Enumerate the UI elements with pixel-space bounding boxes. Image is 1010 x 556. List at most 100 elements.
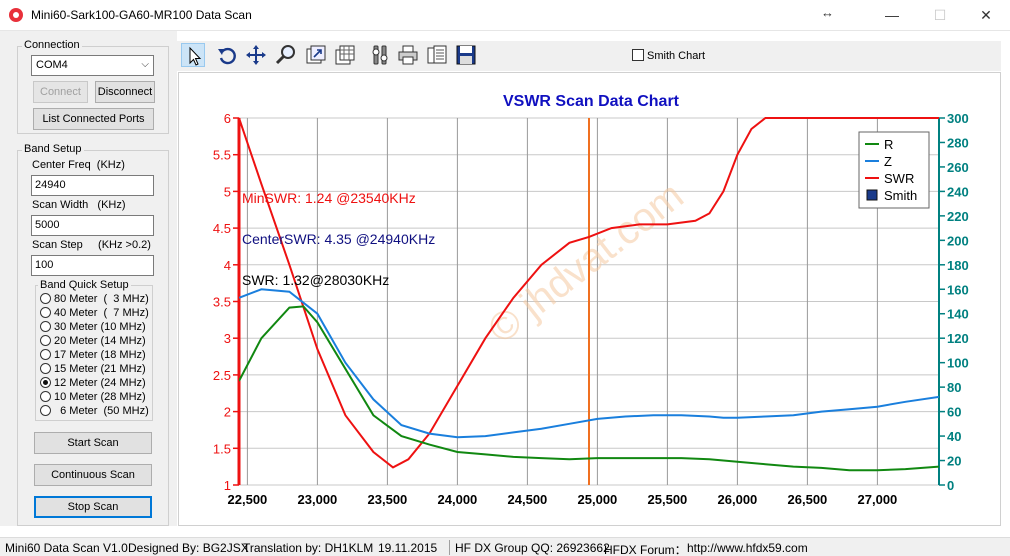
stop-scan-button[interactable]: Stop Scan (34, 496, 152, 518)
continuous-scan-button[interactable]: Continuous Scan (34, 464, 152, 486)
right-tick-label: 40 (947, 429, 961, 444)
annotation-2: SWR: 1.32@28030KHz (242, 272, 389, 288)
app-icon (9, 8, 23, 22)
center-freq-input[interactable]: 24940 (31, 175, 154, 196)
legend-label: Z (884, 154, 892, 169)
left-tick-label: 4.5 (213, 221, 231, 236)
checkbox-box[interactable] (632, 49, 644, 61)
left-tick-label: 2 (224, 405, 231, 420)
right-tick-label: 0 (947, 478, 954, 493)
x-tick-label: 24,000 (438, 492, 478, 507)
list-ports-button[interactable]: List Connected Ports (33, 108, 154, 130)
x-tick-label: 26,500 (788, 492, 828, 507)
chevron-down-icon: ⌵ (141, 59, 149, 70)
band-radio-1[interactable]: 40 Meter ( 7 MHz) (40, 307, 149, 321)
radio-circle-icon[interactable] (40, 405, 51, 416)
status-designer: Designed By: BG2JSX (128, 541, 249, 555)
smith-chart-checkbox[interactable]: Smith Chart (632, 49, 705, 62)
band-radio-label: 15 Meter (21 MHz) (54, 363, 146, 375)
right-tick-label: 100 (947, 356, 969, 371)
status-bar: Mini60 Data Scan V1.0 Designed By: BG2JS… (0, 537, 1010, 556)
band-radio-4[interactable]: 17 Meter (18 MHz) (40, 349, 146, 363)
radio-circle-icon[interactable] (40, 349, 51, 360)
x-tick-label: 23,000 (298, 492, 338, 507)
maximize-button[interactable]: ☐ (917, 0, 963, 31)
settings-icon[interactable] (368, 43, 392, 67)
minimize-button[interactable]: — (869, 0, 915, 31)
status-version: Mini60 Data Scan V1.0 (5, 541, 128, 555)
radio-circle-icon[interactable] (40, 335, 51, 346)
resize-arrows-icon: ↔ (821, 5, 834, 20)
x-tick-label: 23,500 (368, 492, 408, 507)
x-tick-label: 25,000 (578, 492, 618, 507)
x-tick-label: 27,000 (858, 492, 898, 507)
band-radio-label: 40 Meter ( 7 MHz) (54, 307, 149, 319)
band-quick-label: Band Quick Setup (38, 279, 131, 291)
right-tick-label: 240 (947, 184, 969, 199)
right-tick-label: 20 (947, 454, 961, 469)
status-url[interactable]: http://www.hfdx59.com (687, 541, 808, 555)
left-tick-label: 1 (224, 478, 231, 493)
radio-circle-icon[interactable] (40, 391, 51, 402)
band-radio-6[interactable]: 12 Meter (24 MHz) (40, 377, 146, 391)
status-separator (449, 540, 450, 555)
disconnect-button[interactable]: Disconnect (95, 81, 155, 103)
band-radio-label: 10 Meter (28 MHz) (54, 391, 146, 403)
export-icon[interactable] (304, 43, 328, 67)
band-radio-8[interactable]: 6 Meter (50 MHz) (40, 405, 149, 419)
radio-circle-icon[interactable] (40, 321, 51, 332)
band-radio-7[interactable]: 10 Meter (28 MHz) (40, 391, 146, 405)
scan-width-input[interactable]: 5000 (31, 215, 154, 236)
zoom-icon[interactable] (274, 43, 298, 67)
legend-label: SWR (884, 171, 914, 186)
band-radio-label: 80 Meter ( 3 MHz) (54, 293, 149, 305)
band-setup-label: Band Setup (22, 143, 84, 155)
x-tick-label: 22,500 (228, 492, 268, 507)
band-radio-label: 17 Meter (18 MHz) (54, 349, 146, 361)
band-radio-2[interactable]: 30 Meter (10 MHz) (40, 321, 146, 335)
title-bar: Mini60-Sark100-GA60-MR100 Data Scan ↔ — … (0, 0, 1010, 31)
pointer-icon[interactable] (181, 43, 205, 67)
band-radio-label: 30 Meter (10 MHz) (54, 321, 146, 333)
left-tick-label: 2.5 (213, 368, 231, 383)
port-select[interactable]: COM4 ⌵ (31, 55, 154, 76)
band-radio-label: 20 Meter (14 MHz) (54, 335, 146, 347)
band-radio-5[interactable]: 15 Meter (21 MHz) (40, 363, 146, 377)
left-tick-label: 3 (224, 331, 231, 346)
undo-icon[interactable] (215, 43, 239, 67)
band-radio-3[interactable]: 20 Meter (14 MHz) (40, 335, 146, 349)
move-icon[interactable] (244, 43, 268, 67)
scan-width-label: Scan Width (KHz) (32, 199, 126, 211)
right-tick-label: 200 (947, 233, 969, 248)
band-radio-0[interactable]: 80 Meter ( 3 MHz) (40, 293, 149, 307)
center-freq-label: Center Freq (KHz) (32, 159, 125, 171)
annotation-1: CenterSWR: 4.35 @24940KHz (242, 231, 435, 247)
left-tick-label: 1.5 (213, 441, 231, 456)
right-tick-label: 160 (947, 282, 969, 297)
port-value: COM4 (36, 59, 68, 71)
radio-circle-icon[interactable] (40, 307, 51, 318)
annotation-0: MinSWR: 1.24 @23540KHz (242, 190, 416, 206)
radio-circle-icon[interactable] (40, 293, 51, 304)
radio-circle-icon[interactable] (40, 377, 51, 388)
table-icon[interactable] (333, 43, 357, 67)
radio-circle-icon[interactable] (40, 363, 51, 374)
copy-icon[interactable] (425, 43, 449, 67)
left-panel: Connection COM4 ⌵ Connect Disconnect Lis… (0, 31, 177, 526)
left-tick-label: 3.5 (213, 295, 231, 310)
start-scan-button[interactable]: Start Scan (34, 432, 152, 454)
close-button[interactable]: ✕ (963, 0, 1009, 31)
left-tick-label: 4 (224, 258, 231, 273)
band-radio-label: 6 Meter (50 MHz) (54, 405, 149, 417)
connect-button[interactable]: Connect (33, 81, 88, 103)
vswr-chart[interactable]: © jhdvat.comVSWR Scan Data Chart11.522.5… (179, 73, 1002, 527)
save-icon[interactable] (454, 43, 478, 67)
right-tick-label: 300 (947, 111, 969, 126)
band-radio-label: 12 Meter (24 MHz) (54, 377, 146, 389)
right-tick-label: 220 (947, 209, 969, 224)
right-tick-label: 280 (947, 135, 969, 150)
scan-step-input[interactable]: 100 (31, 255, 154, 276)
print-icon[interactable] (396, 43, 420, 67)
x-tick-label: 24,500 (508, 492, 548, 507)
left-tick-label: 5.5 (213, 148, 231, 163)
